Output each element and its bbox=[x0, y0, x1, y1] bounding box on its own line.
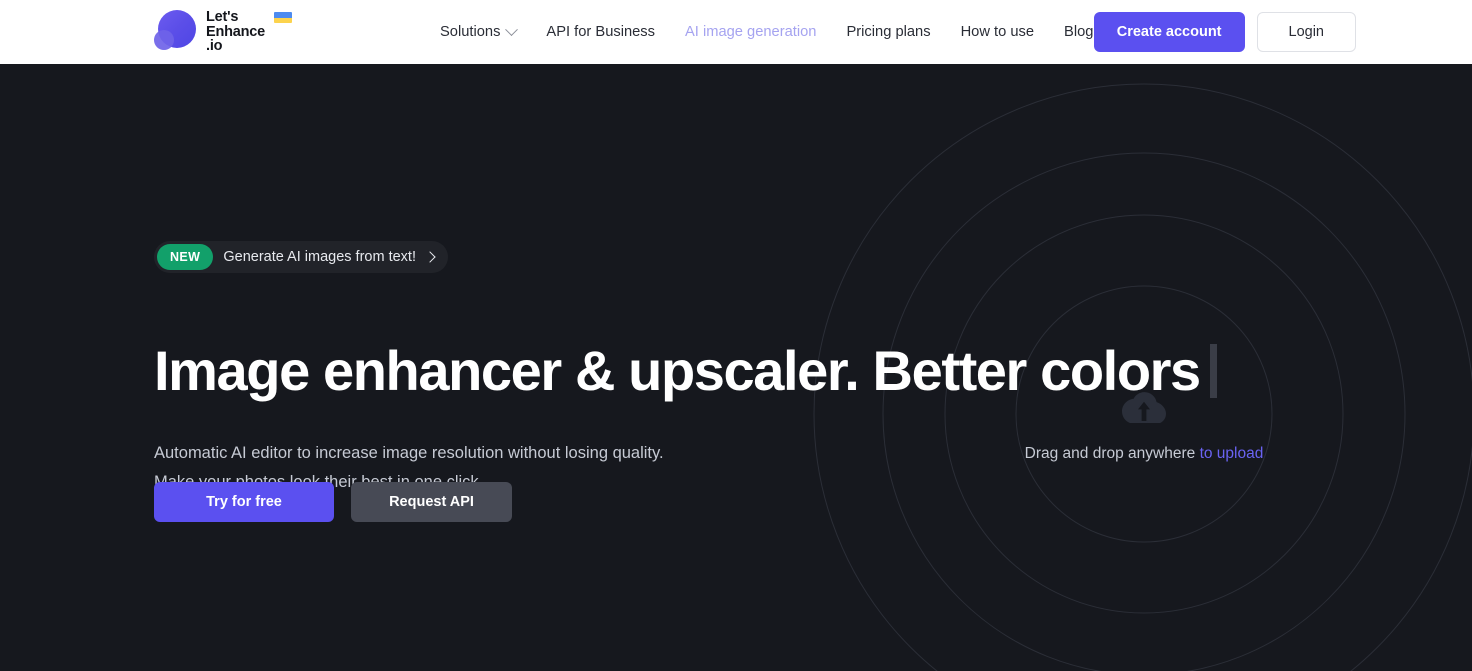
chevron-down-icon bbox=[505, 22, 519, 36]
nav-item-label: Blog bbox=[1064, 24, 1094, 40]
cloud-upload-icon bbox=[1122, 392, 1166, 423]
nav-item-solutions[interactable]: Solutions bbox=[440, 22, 519, 40]
nav-item-blog[interactable]: Blog bbox=[1064, 24, 1093, 40]
main-navigation: Solutions API for Business AI image gene… bbox=[440, 0, 1093, 64]
request-api-button[interactable]: Request API bbox=[351, 482, 512, 522]
logo-line-3: .io bbox=[206, 38, 223, 55]
hero-section: NEW Generate AI images from text! Image … bbox=[0, 64, 1472, 671]
site-header: Let's Enhance .io Solutions API for Busi… bbox=[0, 0, 1472, 64]
upload-link[interactable]: to upload bbox=[1200, 445, 1264, 462]
logo-line-1: Let's bbox=[206, 9, 239, 25]
nav-item-how-to-use[interactable]: How to use bbox=[961, 24, 1034, 40]
new-feature-label: Generate AI images from text! bbox=[223, 249, 416, 265]
logo[interactable]: Let's Enhance .io bbox=[154, 8, 292, 56]
new-feature-banner[interactable]: NEW Generate AI images from text! bbox=[154, 241, 448, 273]
logo-line-2: Enhance bbox=[206, 23, 266, 40]
logo-text: Let's Enhance .io bbox=[206, 8, 292, 55]
nav-item-label: Pricing plans bbox=[846, 24, 931, 40]
try-for-free-button[interactable]: Try for free bbox=[154, 482, 334, 522]
nav-item-ai-image-generation[interactable]: AI image generation bbox=[685, 24, 816, 40]
hero-cta-group: Try for free Request API bbox=[154, 482, 512, 522]
nav-item-label: How to use bbox=[960, 24, 1035, 40]
nav-item-pricing-plans[interactable]: Pricing plans bbox=[846, 24, 930, 40]
hero-content: NEW Generate AI images from text! Image … bbox=[154, 64, 1314, 671]
nav-item-api-for-business[interactable]: API for Business bbox=[546, 24, 655, 40]
login-button[interactable]: Login bbox=[1256, 12, 1356, 52]
create-account-button[interactable]: Create account bbox=[1093, 12, 1245, 52]
nav-item-label: API for Business bbox=[546, 24, 655, 40]
nav-item-label: AI image generation bbox=[685, 24, 817, 40]
new-badge: NEW bbox=[157, 244, 214, 270]
ukraine-flag-icon bbox=[274, 12, 292, 23]
dropzone-text: Drag and drop anywhere to upload bbox=[1025, 445, 1264, 463]
letsenhance-circles-logo-icon bbox=[154, 8, 198, 52]
dropzone-label: Drag and drop anywhere bbox=[1024, 445, 1196, 462]
hero-subtitle-line-1: Automatic AI editor to increase image re… bbox=[154, 444, 664, 462]
header-actions: Create account Login bbox=[1093, 12, 1356, 52]
chevron-right-icon bbox=[424, 251, 436, 263]
upload-dropzone[interactable]: Drag and drop anywhere to upload bbox=[944, 389, 1344, 519]
nav-item-label: Solutions bbox=[440, 24, 501, 40]
